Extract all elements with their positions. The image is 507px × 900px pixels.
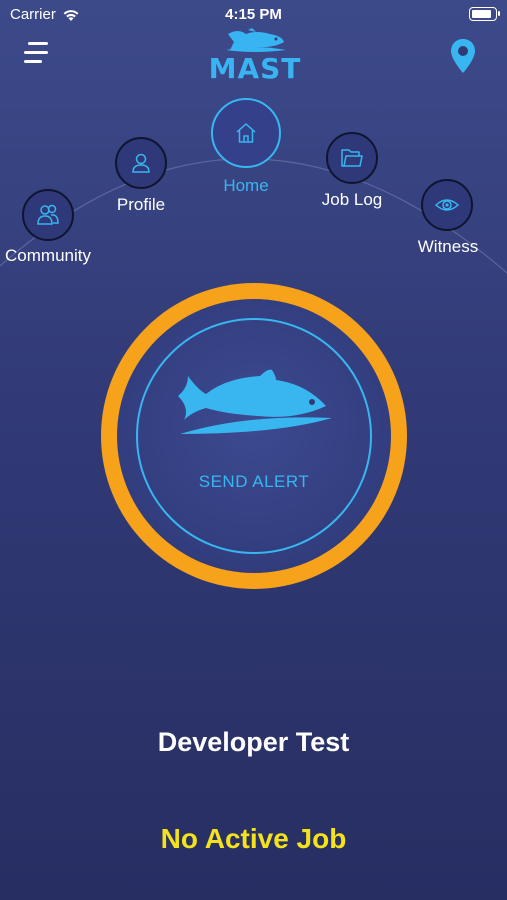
nav-label-profile: Profile [116, 195, 166, 214]
eye-icon [434, 199, 460, 211]
nav-label-witness: Witness [417, 237, 479, 256]
nav-circle-witness[interactable] [421, 179, 473, 231]
job-status: No Active Job [160, 823, 347, 854]
user-name: Developer Test [157, 727, 350, 757]
nav-label-community: Community [5, 246, 91, 265]
nav-circle-home[interactable] [211, 98, 281, 168]
nav-circle-profile[interactable] [115, 137, 167, 189]
folder-icon [341, 149, 363, 167]
profile-icon [132, 153, 150, 173]
send-alert-label: SEND ALERT [198, 472, 310, 491]
fish-icon [178, 369, 332, 434]
nav-circle-job-log[interactable] [326, 132, 378, 184]
nav-circle-community[interactable] [22, 189, 74, 241]
nav-label-home: Home [223, 176, 269, 195]
community-icon [37, 204, 59, 225]
nav-label-job-log: Job Log [321, 190, 383, 209]
home-icon [236, 123, 256, 143]
